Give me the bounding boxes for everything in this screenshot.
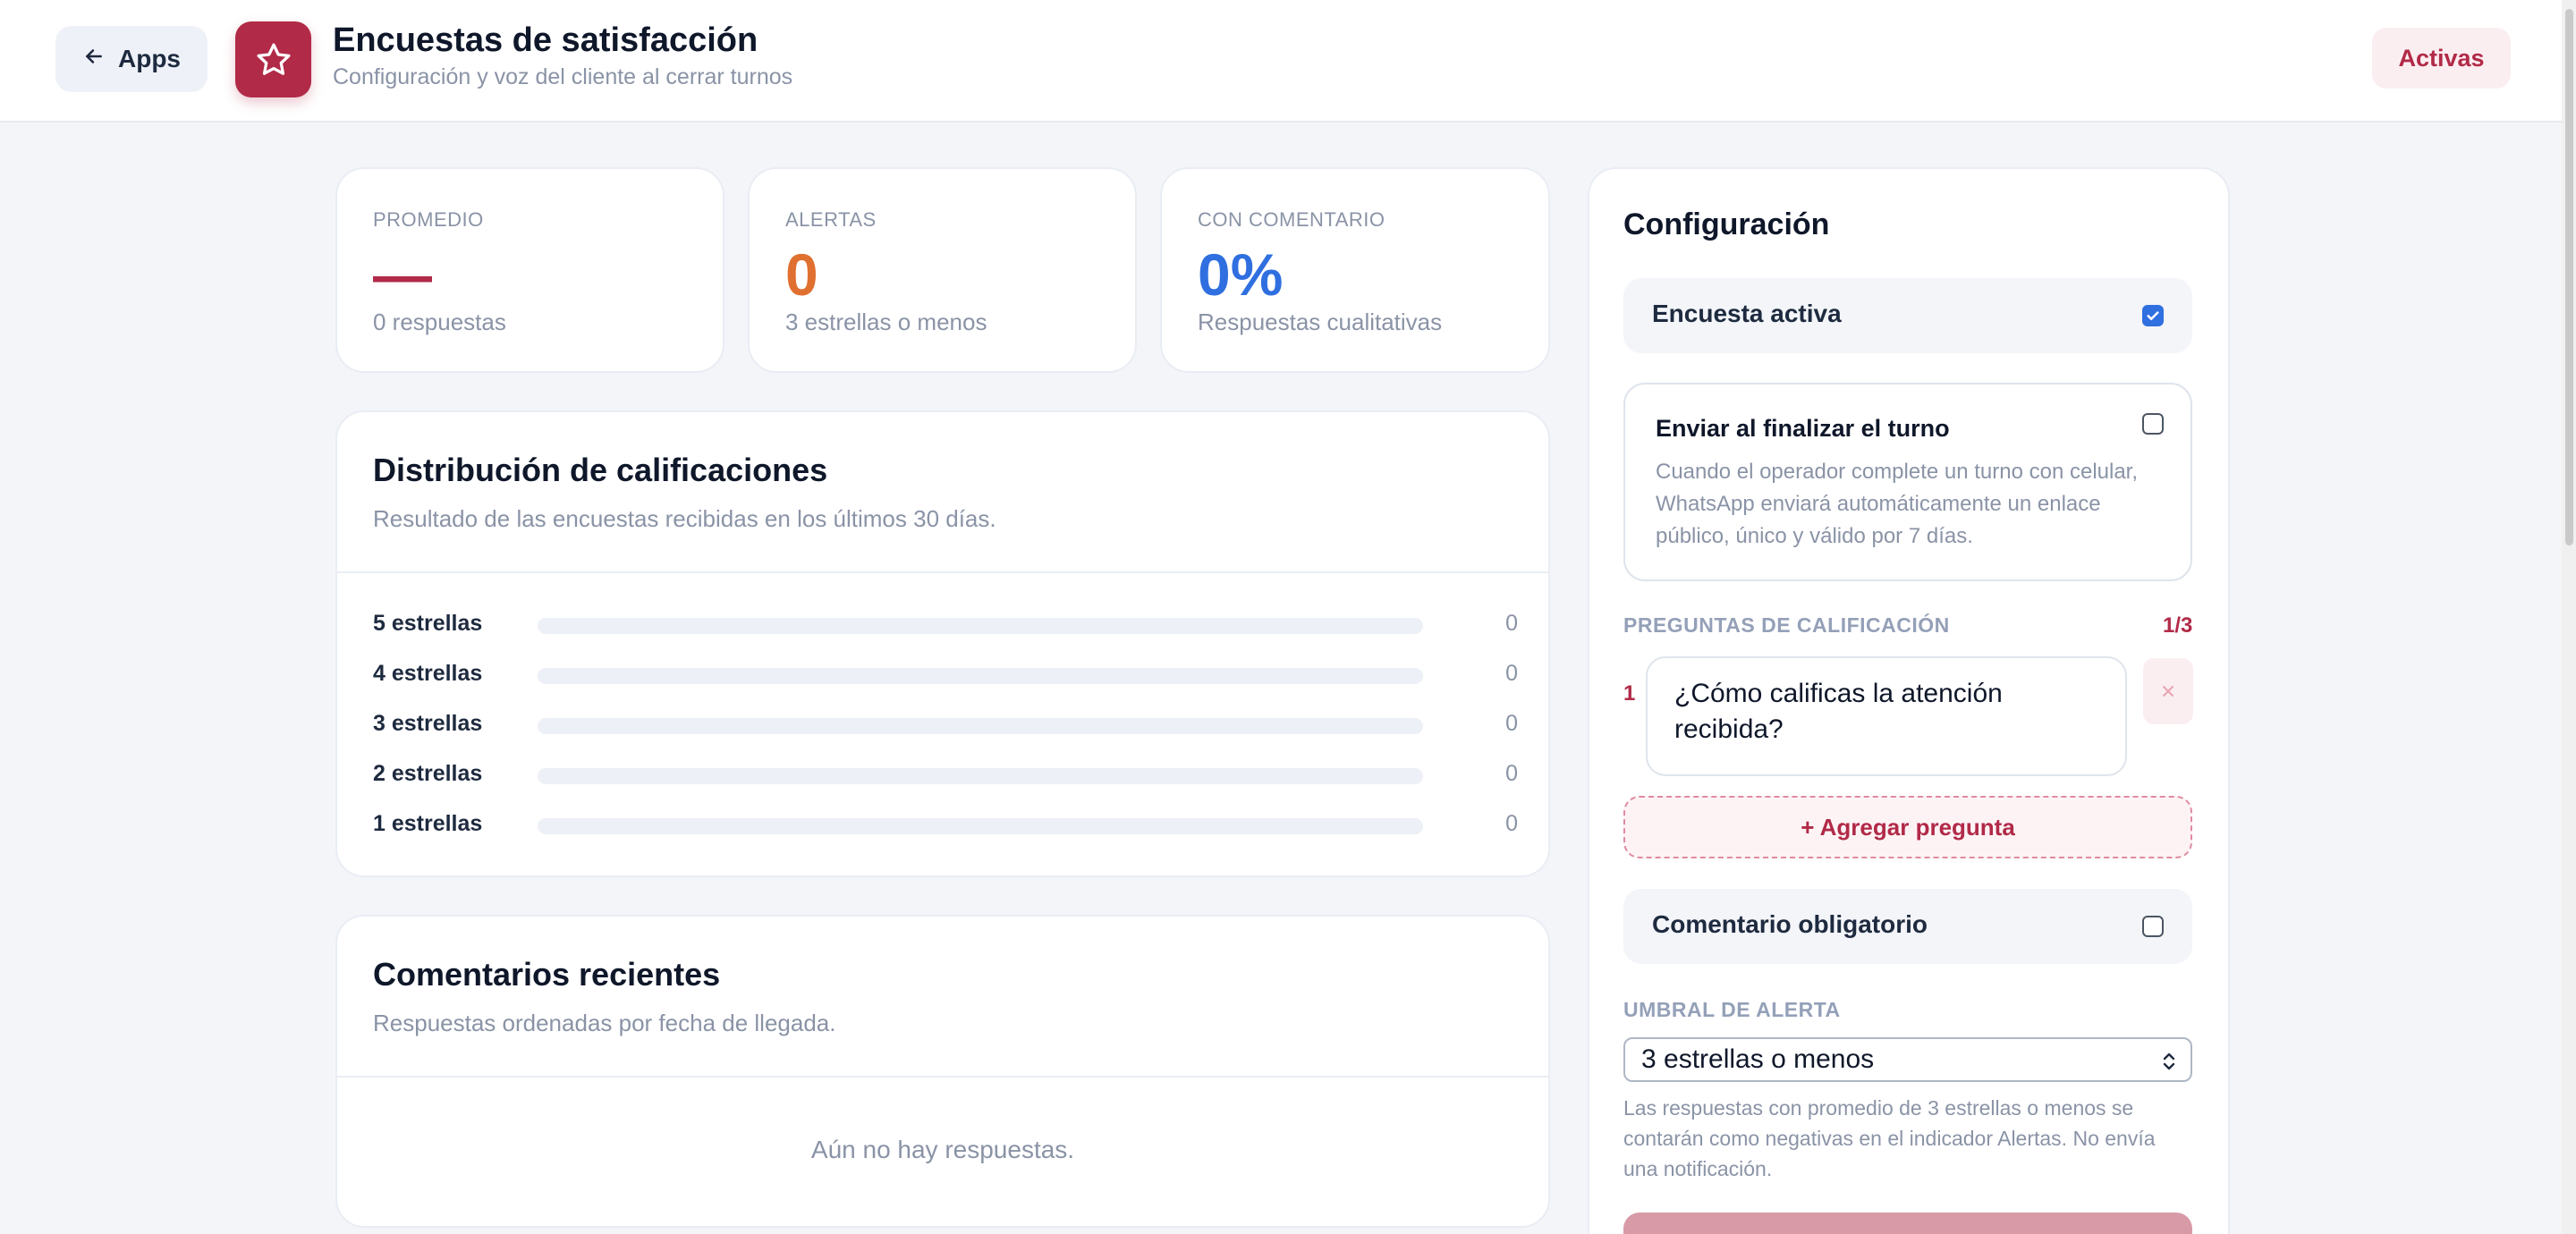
send-on-finish-checkbox[interactable] [2142,413,2164,435]
check-icon [2147,311,2159,321]
rating-count: 0 [1505,661,1518,686]
questions-heading: PREGUNTAS DE CALIFICACIÓN [1623,613,1950,637]
rating-bar-track [538,718,1423,734]
back-to-apps-button[interactable]: Apps [55,26,208,92]
active-survey-label: Encuesta activa [1652,300,1842,327]
close-icon [2163,686,2174,697]
back-button-label: Apps [118,45,181,72]
distribution-card: Distribución de calificaciones Resultado… [335,410,1550,877]
alert-threshold-select[interactable]: 3 estrellas o menos [1623,1037,2192,1082]
status-badge[interactable]: Activas [2372,28,2511,89]
rating-row-2: 2 estrellas 0 [373,757,1518,793]
stat-label: PROMEDIO [373,208,484,231]
rating-count: 0 [1505,811,1518,836]
remove-question-button[interactable] [2143,658,2193,724]
stat-card-comments: CON COMENTARIO 0% Respuestas cualitativa… [1160,167,1550,373]
stat-value: 0% [1198,241,1284,308]
rating-count: 0 [1505,711,1518,736]
rating-row-3: 3 estrellas 0 [373,707,1518,743]
comments-subtitle: Respuestas ordenadas por fecha de llegad… [373,1010,836,1036]
stat-subtext: 3 estrellas o menos [785,308,987,335]
comment-required-label: Comentario obligatorio [1652,910,1928,938]
alert-threshold-heading: UMBRAL DE ALERTA [1623,998,1841,1021]
rating-row-4: 4 estrellas 0 [373,657,1518,693]
stat-value: 0 [785,241,818,308]
alert-threshold-value: 3 estrellas o menos [1641,1044,1875,1074]
rating-bar-track [538,668,1423,684]
alert-threshold-help: Las respuestas con promedio de 3 estrell… [1623,1096,2156,1180]
divider [337,571,1548,573]
question-number: 1 [1623,681,1636,706]
scrollbar-thumb[interactable] [2565,9,2573,545]
page-title: Encuestas de satisfacción [333,21,758,59]
rating-count: 0 [1505,611,1518,636]
comment-required-checkbox[interactable] [2142,916,2164,937]
star-app-icon [235,21,311,97]
active-survey-checkbox[interactable] [2142,305,2164,326]
stat-value: — [373,241,432,308]
rating-label: 5 estrellas [373,611,483,636]
arrow-left-icon [82,45,106,74]
send-on-finish-row[interactable]: Enviar al finalizar el turno Cuando el o… [1623,383,2192,581]
active-survey-toggle-row[interactable]: Encuesta activa [1623,278,2192,353]
distribution-subtitle: Resultado de las encuestas recibidas en … [373,505,996,532]
questions-count: 1/3 [2163,613,2193,638]
stat-subtext: 0 respuestas [373,308,506,335]
send-on-finish-description: Cuando el operador complete un turno con… [1656,460,2139,548]
comments-title: Comentarios recientes [373,956,721,993]
comments-card: Comentarios recientes Respuestas ordenad… [335,915,1550,1228]
stat-card-alerts: ALERTAS 0 3 estrellas o menos [748,167,1137,373]
rating-bar-track [538,768,1423,784]
rating-label: 4 estrellas [373,661,483,686]
rating-bar-track [538,818,1423,834]
question-input[interactable]: ¿Cómo calificas la atención recibida? [1646,656,2127,776]
rating-row-1: 1 estrellas 0 [373,807,1518,843]
rating-count: 0 [1505,761,1518,786]
add-question-button[interactable]: + Agregar pregunta [1623,796,2192,858]
comment-required-toggle-row[interactable]: Comentario obligatorio [1623,889,2192,964]
rating-bar-track [538,618,1423,634]
stat-card-average: PROMEDIO — 0 respuestas [335,167,724,373]
rating-label: 1 estrellas [373,811,483,836]
config-title: Configuración [1623,207,1830,241]
rating-row-5: 5 estrellas 0 [373,607,1518,643]
empty-state-text: Aún no hay respuestas. [810,1136,1075,1163]
stat-subtext: Respuestas cualitativas [1198,308,1443,335]
distribution-title: Distribución de calificaciones [373,452,828,488]
send-on-finish-title: Enviar al finalizar el turno [1656,415,1950,442]
top-bar: Apps Encuestas de satisfacción Configura… [0,0,2562,123]
select-chevrons-icon [2163,1052,2175,1070]
page-subtitle: Configuración y voz del cliente al cerra… [333,64,793,89]
save-button[interactable] [1623,1213,2192,1234]
rating-label: 3 estrellas [373,711,483,736]
rating-label: 2 estrellas [373,761,483,786]
stat-label: ALERTAS [785,208,877,231]
stat-label: CON COMENTARIO [1198,208,1385,231]
divider [337,1076,1548,1078]
